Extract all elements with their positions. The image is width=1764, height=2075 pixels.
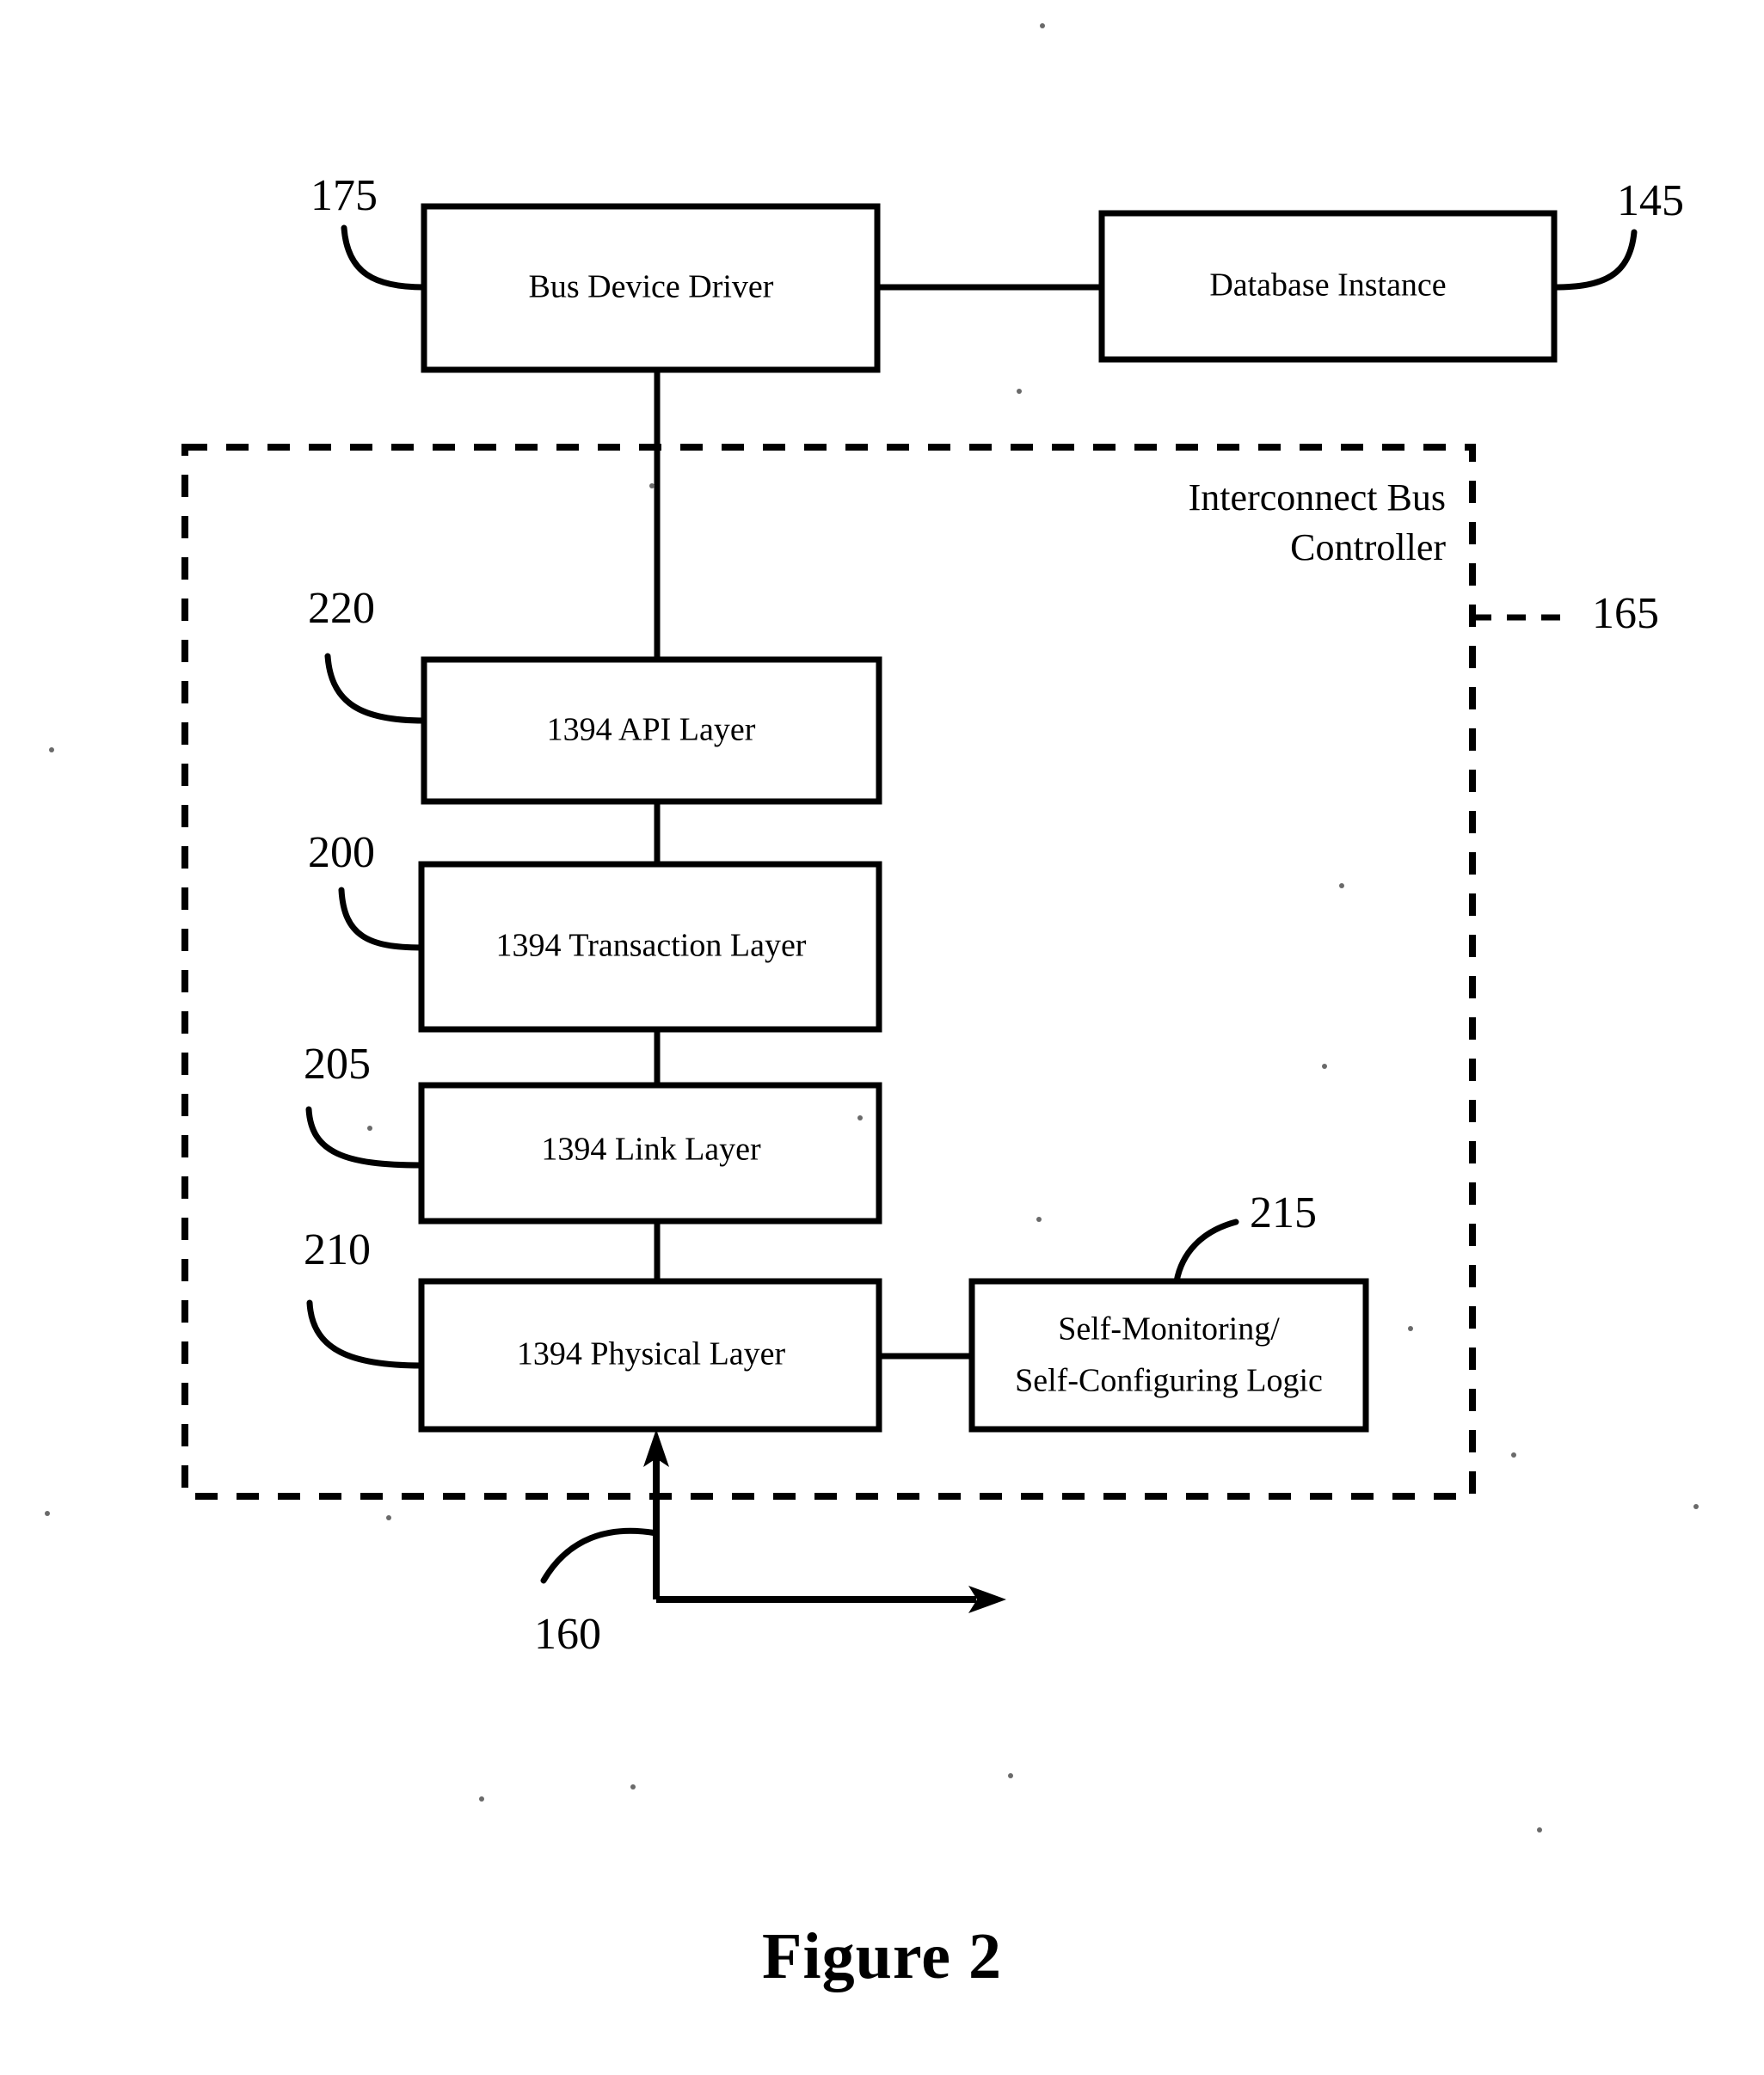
label-interconnect-bus-controller-line2: Controller — [1290, 526, 1446, 568]
label-database-instance: Database Instance — [1209, 267, 1446, 304]
leader-145 — [1551, 229, 1638, 291]
leader-175 — [341, 224, 427, 291]
leader-205 — [305, 1106, 425, 1169]
ref-numeral-145: 145 — [1617, 176, 1684, 225]
figure-canvas: Bus Device Driver Database Instance 1394… — [0, 0, 1764, 2075]
label-physical-layer: 1394 Physical Layer — [517, 1336, 786, 1372]
label-self-logic-line1: Self-Monitoring/ — [1058, 1311, 1280, 1348]
leader-210 — [306, 1299, 425, 1369]
figure-caption: Figure 2 — [762, 1920, 1002, 1992]
ref-numeral-220: 220 — [308, 584, 375, 633]
leader-200 — [338, 887, 425, 951]
ref-numeral-215: 215 — [1250, 1188, 1317, 1237]
label-transaction-layer: 1394 Transaction Layer — [496, 928, 807, 964]
ref-numeral-200: 200 — [308, 828, 375, 877]
label-api-layer: 1394 API Layer — [547, 712, 756, 748]
ref-numeral-175: 175 — [310, 171, 378, 220]
leader-215 — [1173, 1219, 1239, 1285]
patent-figure-diagram: Bus Device Driver Database Instance 1394… — [45, 23, 1699, 1833]
label-bus-device-driver: Bus Device Driver — [529, 269, 774, 305]
leader-220 — [324, 653, 427, 724]
ref-numeral-165: 165 — [1592, 589, 1659, 638]
ref-numeral-205: 205 — [304, 1040, 371, 1089]
label-interconnect-bus-controller-line1: Interconnect Bus — [1189, 476, 1446, 519]
label-link-layer: 1394 Link Layer — [541, 1132, 761, 1168]
ref-numeral-210: 210 — [304, 1225, 371, 1274]
box-self-monitoring-logic[interactable] — [968, 1278, 1369, 1433]
label-self-logic-line2: Self-Configuring Logic — [1015, 1363, 1323, 1399]
ref-numeral-160: 160 — [534, 1610, 601, 1659]
leader-160 — [540, 1527, 660, 1584]
